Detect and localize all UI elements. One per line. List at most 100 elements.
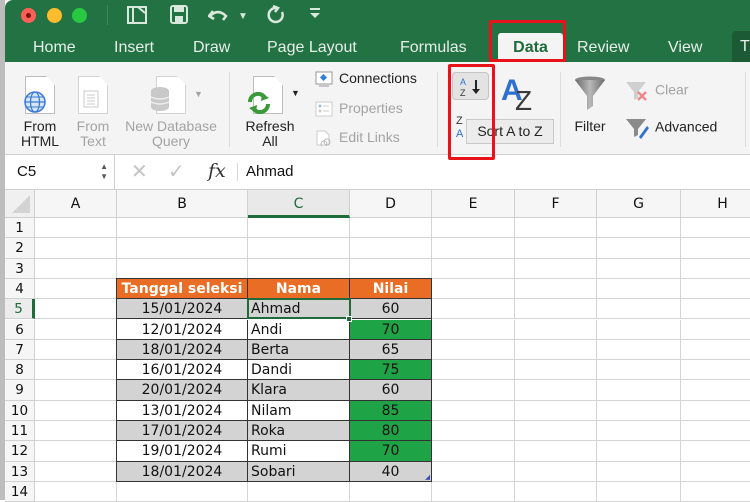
cell-c7[interactable]: Berta (248, 339, 350, 361)
cell-d4[interactable]: Nilai (350, 278, 432, 300)
cell-b6[interactable]: 12/01/2024 (117, 319, 248, 340)
cell-e5[interactable] (432, 299, 515, 320)
cell-e6[interactable] (432, 319, 515, 340)
tab-draw[interactable]: Draw (193, 38, 230, 58)
cell-a14[interactable] (35, 481, 117, 502)
column-header-f[interactable]: F (515, 190, 597, 218)
cell-g13[interactable] (597, 461, 681, 482)
cell-f2[interactable] (515, 238, 597, 259)
tab-home[interactable]: Home (33, 38, 76, 58)
undo-icon[interactable] (208, 8, 228, 22)
cell-d12[interactable]: 70 (350, 441, 432, 462)
cell-b10[interactable]: 13/01/2024 (117, 400, 248, 421)
properties-button[interactable]: Properties (315, 100, 403, 117)
sidebar-toggle-icon[interactable] (127, 6, 147, 24)
new-database-query-button[interactable]: ▼ New Database Query (123, 72, 219, 152)
cell-e11[interactable] (432, 421, 515, 442)
cell-e3[interactable] (432, 258, 515, 279)
cell-a11[interactable] (35, 421, 117, 442)
cell-d14[interactable] (350, 481, 432, 502)
cell-c8[interactable]: Dandi (248, 360, 350, 381)
row-header-8[interactable]: 8 (5, 360, 35, 381)
select-all-button[interactable] (5, 190, 35, 218)
cell-c14[interactable] (248, 481, 350, 502)
row-header-12[interactable]: 12 (5, 441, 35, 462)
column-header-g[interactable]: G (597, 190, 681, 218)
cell-e7[interactable] (432, 339, 515, 361)
cell-f10[interactable] (515, 400, 597, 421)
cell-e8[interactable] (432, 360, 515, 381)
cell-g9[interactable] (597, 380, 681, 401)
cell-c13[interactable]: Sobari (248, 461, 350, 482)
cell-f7[interactable] (515, 339, 597, 361)
cell-b2[interactable] (117, 238, 248, 259)
redo-icon[interactable] (267, 5, 285, 24)
tab-view[interactable]: View (668, 38, 702, 58)
cell-b1[interactable] (117, 218, 248, 239)
cell-h2[interactable] (681, 238, 750, 259)
cell-a10[interactable] (35, 400, 117, 421)
cell-f5[interactable] (515, 299, 597, 320)
cell-b4[interactable]: Tanggal seleksi (117, 278, 248, 300)
tab-formulas[interactable]: Formulas (400, 38, 467, 58)
from-html-button[interactable]: From HTML (17, 72, 63, 152)
query-dropdown-icon[interactable]: ▼ (194, 87, 203, 102)
cell-d8[interactable]: 75 (350, 360, 432, 381)
cell-c6[interactable]: Andi (248, 319, 350, 340)
column-header-d[interactable]: D (350, 190, 432, 218)
tab-insert[interactable]: Insert (114, 38, 154, 58)
cell-c1[interactable] (248, 218, 350, 239)
connections-button[interactable]: Connections (315, 70, 417, 87)
cell-c4[interactable]: Nama (248, 278, 350, 300)
cell-b13[interactable]: 18/01/2024 (117, 461, 248, 482)
cell-f6[interactable] (515, 319, 597, 340)
cell-d9[interactable]: 60 (350, 380, 432, 401)
cell-b12[interactable]: 19/01/2024 (117, 441, 248, 462)
advanced-filter-button[interactable]: Advanced (625, 117, 717, 139)
cell-f8[interactable] (515, 360, 597, 381)
cell-b3[interactable] (117, 258, 248, 279)
cell-g3[interactable] (597, 258, 681, 279)
formula-input[interactable]: Ahmad (246, 155, 294, 189)
cell-g6[interactable] (597, 319, 681, 340)
cell-c10[interactable]: Nilam (248, 400, 350, 421)
column-header-h[interactable]: H (681, 190, 750, 218)
cell-a5[interactable] (35, 299, 117, 320)
tab-page-layout[interactable]: Page Layout (267, 38, 357, 58)
cell-g14[interactable] (597, 481, 681, 502)
enter-formula-icon[interactable]: ✓ (168, 161, 185, 183)
cell-h5[interactable] (681, 299, 750, 320)
cell-h7[interactable] (681, 340, 750, 361)
cell-f13[interactable] (515, 461, 597, 482)
cell-f1[interactable] (515, 218, 597, 239)
cell-d11[interactable]: 80 (350, 421, 432, 442)
cell-f3[interactable] (515, 258, 597, 279)
refresh-all-button[interactable]: ▼ Refresh All (241, 72, 303, 152)
cell-f4[interactable] (515, 278, 597, 300)
cell-g12[interactable] (597, 441, 681, 462)
row-header-2[interactable]: 2 (5, 238, 35, 259)
cell-f11[interactable] (515, 421, 597, 442)
cell-e2[interactable] (432, 238, 515, 259)
cell-a13[interactable] (35, 461, 117, 482)
cell-b11[interactable]: 17/01/2024 (117, 421, 248, 442)
cell-h13[interactable] (681, 462, 750, 482)
cell-f9[interactable] (515, 380, 597, 401)
column-header-a[interactable]: A (35, 190, 117, 218)
row-header-3[interactable]: 3 (5, 258, 35, 279)
row-header-5[interactable]: 5 (5, 299, 35, 320)
cell-d3[interactable] (350, 258, 432, 279)
cell-g10[interactable] (597, 400, 681, 421)
cell-e13[interactable] (432, 461, 515, 482)
cell-c5[interactable]: Ahmad (248, 299, 350, 320)
tab-review[interactable]: Review (577, 38, 629, 58)
name-box-stepper-icon[interactable]: ▲ ▼ (100, 162, 108, 182)
cell-b5[interactable]: 15/01/2024 (117, 299, 248, 320)
cell-e1[interactable] (432, 218, 515, 239)
cell-h11[interactable] (681, 421, 750, 442)
cell-a6[interactable] (35, 319, 117, 340)
cell-g8[interactable] (597, 360, 681, 381)
cell-a7[interactable] (35, 339, 117, 361)
cell-g11[interactable] (597, 421, 681, 442)
row-header-9[interactable]: 9 (5, 380, 35, 401)
